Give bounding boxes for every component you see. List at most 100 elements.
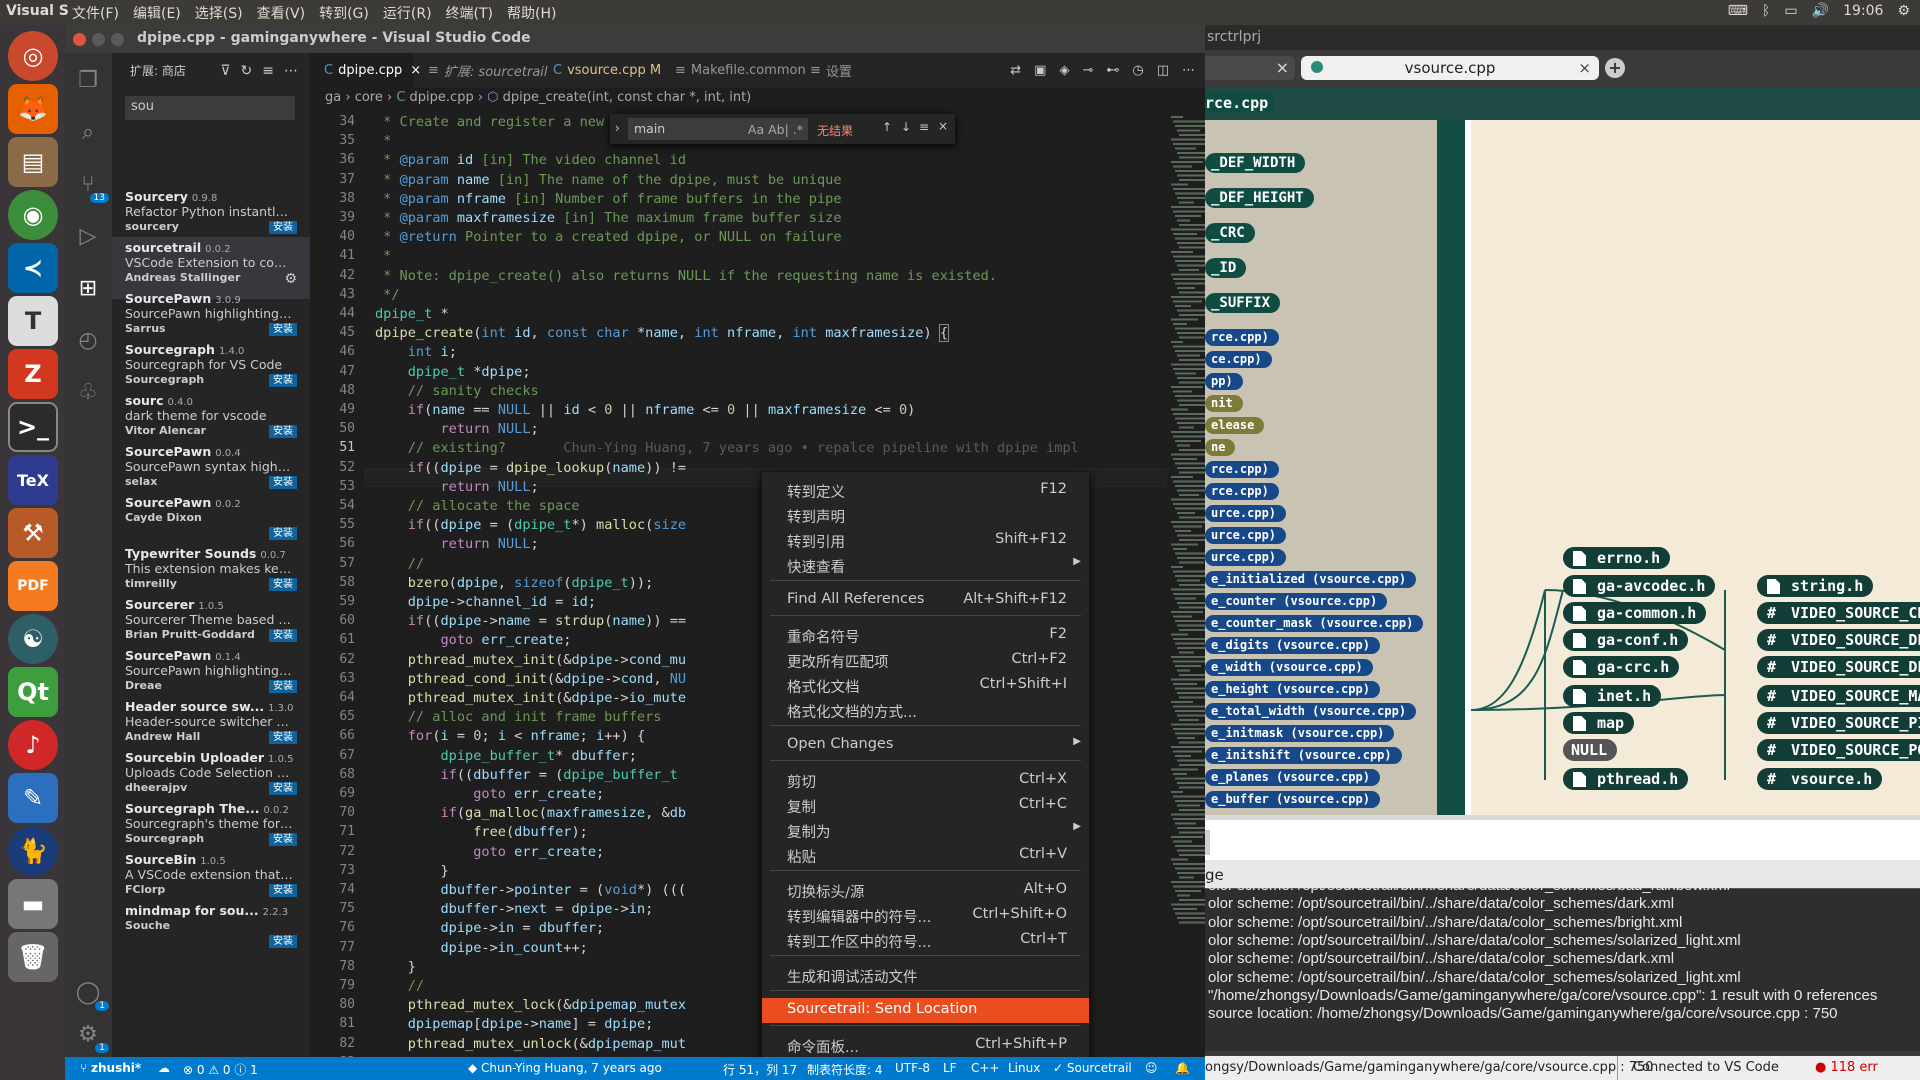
graph-node[interactable]: e_height (vsource.cpp) xyxy=(1205,681,1380,698)
context-menu-item[interactable]: 切换标头/源 Alt+O xyxy=(762,878,1089,903)
menu-item[interactable]: 运行(R) xyxy=(383,3,432,23)
sync-icon[interactable]: ☁ xyxy=(158,1061,170,1075)
context-menu-item[interactable]: 格式化文档 Ctrl+Shift+I xyxy=(762,673,1089,698)
app-menu-title[interactable]: Visual Studio Code xyxy=(6,3,68,19)
text-editor-icon[interactable]: T xyxy=(8,296,58,346)
install-button[interactable]: 安装 xyxy=(269,578,297,591)
context-menu-item[interactable]: 快速查看 ▶ xyxy=(762,553,1089,578)
menu-item[interactable]: 查看(V) xyxy=(257,3,306,23)
install-button[interactable]: 安装 xyxy=(269,425,297,438)
extension-settings-gear-icon[interactable]: ⚙ xyxy=(284,271,297,287)
include-node[interactable]: # VIDEO_SOURCE_CH xyxy=(1757,602,1920,624)
source-control-icon[interactable]: ⑂ 13 xyxy=(73,169,109,203)
sourcetrail-icon[interactable]: 🐈 xyxy=(8,826,58,876)
battery-icon[interactable]: ▭ xyxy=(1784,3,1797,19)
connection-status[interactable]: Connected to VS Code xyxy=(1633,1060,1779,1075)
terminal-icon[interactable]: >_ xyxy=(8,402,58,452)
macro-node[interactable]: _DEF_HEIGHT xyxy=(1205,188,1314,208)
find-options[interactable]: Aa Ab| .* xyxy=(748,122,803,137)
context-menu-item[interactable]: Open Changes ▶ xyxy=(762,733,1089,758)
filter-icon[interactable]: ⊽ xyxy=(220,63,230,79)
prev-change-icon[interactable]: ⊸ xyxy=(1082,63,1093,78)
clear-icon[interactable]: ≡ xyxy=(262,63,274,79)
install-button[interactable]: 安装 xyxy=(269,884,297,897)
firefox-icon[interactable]: 🦊 xyxy=(8,84,58,134)
texstudio-icon[interactable]: TeX xyxy=(8,455,58,505)
graph-node[interactable]: e_initialized (vsource.cpp) xyxy=(1205,571,1417,588)
maximize-window-button[interactable] xyxy=(111,33,124,46)
compare-icon[interactable]: ⇄ xyxy=(1010,63,1021,78)
vscode-icon[interactable]: ≺ xyxy=(8,243,58,293)
preview-icon[interactable]: ▣ xyxy=(1034,63,1046,78)
extension-search-input[interactable]: sou xyxy=(125,96,295,120)
context-menu-item[interactable]: Sourcetrail: Send Location xyxy=(762,998,1089,1023)
include-node[interactable]: errno.h xyxy=(1563,547,1671,569)
graph-node[interactable]: nit xyxy=(1205,395,1243,412)
run-debug-icon[interactable]: ▷ xyxy=(73,221,103,251)
include-node[interactable]: ga-avcodec.h xyxy=(1563,575,1716,597)
context-menu-item[interactable]: 格式化文档的方式... xyxy=(762,698,1089,723)
install-button[interactable]: 安装 xyxy=(269,221,297,234)
context-menu-item[interactable]: 转到定义 F12 xyxy=(762,478,1089,503)
gitkraken-icon[interactable]: ☯ xyxy=(8,614,58,664)
context-menu-item[interactable]: 转到编辑器中的符号... Ctrl+Shift+O xyxy=(762,903,1089,928)
context-menu-item[interactable]: 粘贴 Ctrl+V xyxy=(762,843,1089,868)
context-menu-item[interactable]: Find All References Alt+Shift+F12 xyxy=(762,588,1089,613)
graph-node[interactable]: e_initshift (vsource.cpp) xyxy=(1205,747,1402,764)
include-node[interactable]: string.h xyxy=(1757,575,1874,597)
install-button[interactable]: 安装 xyxy=(269,476,297,489)
context-menu-item[interactable]: 转到工作区中的符号... Ctrl+T xyxy=(762,928,1089,953)
graph-node[interactable]: elease xyxy=(1205,417,1265,434)
graph-node[interactable]: e_planes (vsource.cpp) xyxy=(1205,769,1380,786)
volume-icon[interactable]: 🔊 xyxy=(1812,3,1829,19)
install-button[interactable]: 安装 xyxy=(269,782,297,795)
language-mode[interactable]: C++ xyxy=(971,1061,1000,1075)
graph-node[interactable]: e_buffer (vsource.cpp) xyxy=(1205,791,1380,808)
pdf-icon[interactable]: PDF xyxy=(8,561,58,611)
graph-node[interactable]: e_width (vsource.cpp) xyxy=(1205,659,1373,676)
install-button[interactable]: 安装 xyxy=(269,629,297,642)
encoding[interactable]: UTF-8 xyxy=(895,1061,930,1075)
graph-node[interactable]: e_counter (vsource.cpp) xyxy=(1205,593,1388,610)
install-button[interactable]: 安装 xyxy=(269,527,297,540)
include-node[interactable]: map xyxy=(1563,712,1635,734)
install-button[interactable]: 安装 xyxy=(269,680,297,693)
tab-dpipe-cpp[interactable]: Cdpipe.cpp × xyxy=(310,53,421,88)
more-icon[interactable]: ⋯ xyxy=(284,63,298,79)
macro-node[interactable]: _SUFFIX xyxy=(1205,293,1281,313)
close-find-icon[interactable]: × xyxy=(938,119,948,133)
drive-icon[interactable]: ▬ xyxy=(8,879,58,929)
system-settings-icon[interactable]: ⚒ xyxy=(8,508,58,558)
extensions-icon[interactable]: ⊞ xyxy=(73,273,103,303)
manage-gear-icon[interactable]: ⚙ 1 xyxy=(73,1019,109,1053)
ubuntu-logo-icon[interactable]: ◎ xyxy=(8,31,58,81)
cursor-position[interactable]: 行 51，列 17 xyxy=(723,1061,797,1078)
menu-item[interactable]: 文件(F) xyxy=(72,3,119,23)
clock[interactable]: 19:06 xyxy=(1843,3,1883,19)
include-node[interactable]: NULL xyxy=(1563,739,1618,761)
graph-node[interactable]: e_total_width (vsource.cpp) xyxy=(1205,703,1417,720)
refresh-icon[interactable]: ↻ xyxy=(241,63,253,79)
include-node[interactable]: # VIDEO_SOURCE_PI xyxy=(1757,712,1920,734)
graph-node[interactable]: rce.cpp) xyxy=(1205,329,1279,346)
breadcrumb-item[interactable]: dpipe_create(int, const char *, int, int… xyxy=(503,90,752,105)
context-menu-item[interactable]: 生成和调试活动文件 xyxy=(762,963,1089,988)
netease-music-icon[interactable]: ♪ xyxy=(8,720,58,770)
graph-node[interactable]: e_initmask (vsource.cpp) xyxy=(1205,725,1395,742)
extension-item[interactable]: mindmap for sou... 2.2.3 Souche 安装 xyxy=(112,900,310,962)
close-tab-icon[interactable]: × xyxy=(1578,56,1591,80)
graph-node[interactable]: urce.cpp) xyxy=(1205,527,1287,544)
include-node[interactable]: inet.h xyxy=(1563,685,1662,707)
explorer-icon[interactable]: ❐ xyxy=(73,65,103,95)
context-menu-item[interactable]: 复制 Ctrl+C xyxy=(762,793,1089,818)
menu-item[interactable]: 终端(T) xyxy=(446,3,493,23)
more-actions-icon[interactable]: ⋯ xyxy=(1182,63,1195,78)
include-node[interactable]: # VIDEO_SOURCE_PO xyxy=(1757,739,1920,761)
toggle-replace-icon[interactable]: › xyxy=(615,121,620,135)
install-button[interactable]: 安装 xyxy=(269,935,297,948)
install-button[interactable]: 安装 xyxy=(269,731,297,744)
tab-size[interactable]: 制表符长度: 4 xyxy=(807,1061,883,1078)
macro-node[interactable]: _ID xyxy=(1205,258,1247,278)
context-menu-item[interactable]: 转到引用 Shift+F12 xyxy=(762,528,1089,553)
macro-node[interactable]: _CRC xyxy=(1205,223,1255,243)
